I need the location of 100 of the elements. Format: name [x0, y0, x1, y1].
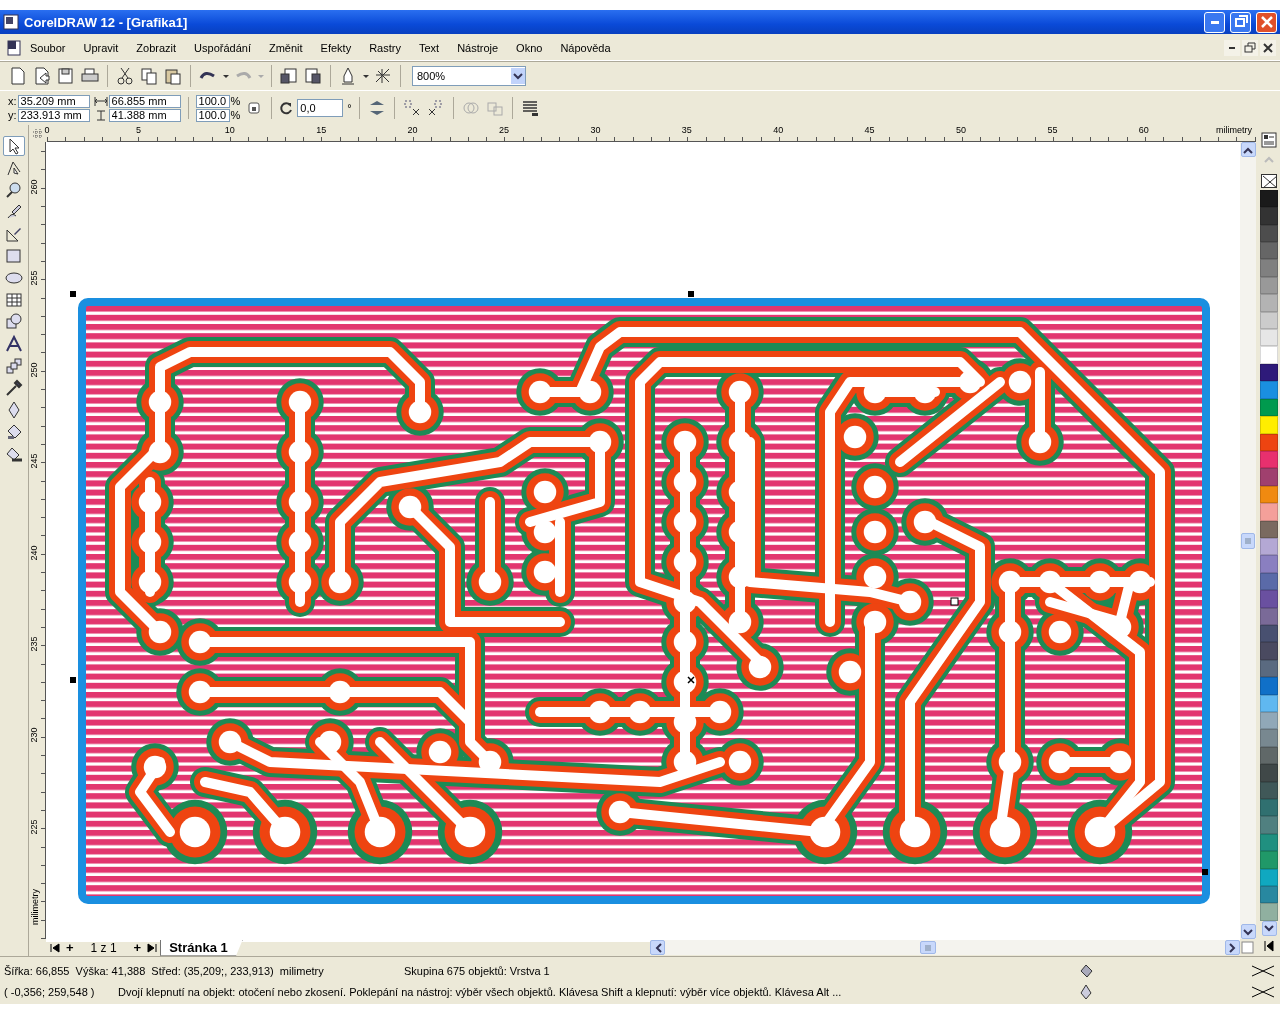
menu-item[interactable]: Upravit	[75, 40, 127, 56]
palette-up-icon	[1263, 154, 1275, 165]
color-swatch[interactable]	[1260, 677, 1278, 695]
zoom-dropdown-button[interactable]	[511, 68, 525, 84]
color-swatch[interactable]	[1260, 503, 1278, 521]
no-outline-icon	[1250, 985, 1276, 999]
scroll-thumb-icon	[1244, 536, 1253, 545]
menu-item[interactable]: Zobrazit	[128, 40, 185, 56]
menu-item[interactable]: Nástroje	[449, 40, 507, 56]
menu-item[interactable]: Text	[410, 40, 448, 56]
color-swatch[interactable]	[1260, 242, 1278, 260]
close-button[interactable]	[1260, 40, 1276, 56]
ruler-origin-icon[interactable]	[32, 127, 44, 140]
color-swatch[interactable]	[1260, 729, 1278, 747]
group-button[interactable]	[401, 98, 422, 118]
color-swatch[interactable]	[1260, 555, 1278, 573]
color-swatch[interactable]	[1260, 381, 1278, 399]
minimize-icon	[1229, 47, 1235, 49]
selection-handle[interactable]	[688, 291, 695, 297]
table-tool[interactable]	[3, 290, 25, 310]
palette-menu-icon	[1261, 131, 1277, 148]
color-swatch[interactable]	[1260, 851, 1278, 869]
cut-button[interactable]	[115, 66, 135, 86]
input-field[interactable]: 233.913 mm	[17, 108, 90, 122]
minimize-button[interactable]	[1224, 40, 1240, 56]
add-page-button[interactable]: +	[63, 939, 77, 956]
scroll-down-button[interactable]	[1240, 924, 1256, 939]
restore-button[interactable]	[1242, 40, 1258, 56]
color-swatch[interactable]	[1260, 259, 1278, 277]
color-swatch[interactable]	[1260, 816, 1278, 834]
input-field[interactable]: 41.388 mm	[108, 108, 181, 122]
open-button[interactable]	[32, 66, 52, 86]
menu-item[interactable]: Okno	[508, 40, 551, 56]
input-field[interactable]: 66.855 mm	[108, 94, 181, 108]
close-button[interactable]	[1256, 11, 1277, 33]
color-swatch[interactable]	[1260, 207, 1278, 225]
ruler-label: 25	[499, 125, 509, 135]
scroll-down-icon	[1243, 927, 1254, 936]
color-swatch[interactable]	[1260, 346, 1278, 364]
scroll-thumb[interactable]	[1241, 532, 1256, 549]
color-swatch[interactable]	[1260, 189, 1278, 208]
scroll-up-button[interactable]	[1240, 142, 1256, 157]
basic-shapes-tool[interactable]	[3, 312, 25, 332]
color-swatch[interactable]	[1260, 416, 1278, 434]
menu-item[interactable]: Nápověda	[552, 40, 619, 56]
node-handle[interactable]	[951, 597, 959, 606]
minimize-button[interactable]	[1204, 11, 1225, 33]
palette-menu-button[interactable]	[1259, 130, 1279, 150]
ruler-label: 35	[681, 125, 692, 135]
menu-item[interactable]: Efekty	[312, 40, 360, 56]
color-swatch[interactable]	[1260, 903, 1278, 921]
color-swatch[interactable]	[1260, 329, 1278, 347]
color-swatch[interactable]	[1260, 764, 1278, 782]
paste-button[interactable]	[163, 66, 183, 86]
ruler-label: 50	[956, 125, 966, 135]
color-swatch[interactable]	[1260, 590, 1278, 608]
unit-label: %	[230, 109, 241, 121]
ruler-label: 0	[44, 125, 50, 135]
restore-button[interactable]	[1230, 11, 1251, 33]
export-button[interactable]	[303, 66, 323, 86]
center-mark-icon	[687, 676, 696, 684]
color-swatch[interactable]	[1260, 468, 1278, 486]
ruler-label: 230	[29, 727, 39, 743]
view-toggle-icon[interactable]	[1240, 940, 1256, 955]
welcome-button[interactable]	[373, 66, 393, 86]
pick-tool[interactable]	[3, 136, 25, 156]
selection-handle[interactable]	[1202, 869, 1209, 875]
copy-button[interactable]	[139, 66, 159, 86]
eyedropper-icon	[4, 378, 24, 398]
color-swatch[interactable]	[1260, 294, 1278, 312]
scroll-right-button[interactable]	[1225, 940, 1240, 955]
add-page-button[interactable]: +	[130, 939, 145, 956]
no-fill-icon	[1250, 964, 1276, 978]
input-field[interactable]: 100.0	[195, 108, 230, 122]
group-icon	[401, 98, 422, 118]
copy-icon	[139, 66, 159, 86]
text-tool[interactable]	[3, 334, 25, 354]
scroll-left-button[interactable]	[650, 940, 665, 955]
menu-item[interactable]: Uspořádání	[186, 40, 259, 56]
color-swatch[interactable]	[1260, 886, 1278, 904]
blend-tool[interactable]	[3, 356, 25, 376]
menu-item[interactable]: Rastry	[361, 40, 409, 56]
scroll-thumb[interactable]	[920, 941, 936, 954]
import-button[interactable]	[279, 66, 299, 86]
new-button[interactable]	[8, 66, 28, 86]
selection-handle[interactable]	[70, 677, 77, 683]
status-text: Šířka: 66,855 Výška: 41,388 Střed: (35,209;, 233,913) milimetry	[4, 965, 325, 977]
input-field[interactable]: 35.209 mm	[17, 94, 90, 108]
selection-handle[interactable]	[70, 291, 77, 297]
ruler-label: 10	[224, 125, 235, 135]
zoom-combo[interactable]: 800%	[412, 66, 526, 86]
save-button[interactable]	[56, 66, 76, 86]
color-swatch[interactable]	[1260, 642, 1278, 660]
color-swatch[interactable]	[1260, 799, 1278, 817]
menu-item[interactable]: Změnit	[260, 40, 311, 56]
input-field[interactable]: 0,0	[297, 99, 344, 117]
input-field[interactable]: 100.0	[195, 94, 230, 108]
menu-item[interactable]: Soubor	[22, 40, 74, 56]
no-color-swatch[interactable]	[1261, 173, 1277, 188]
color-swatch[interactable]	[1260, 712, 1278, 730]
